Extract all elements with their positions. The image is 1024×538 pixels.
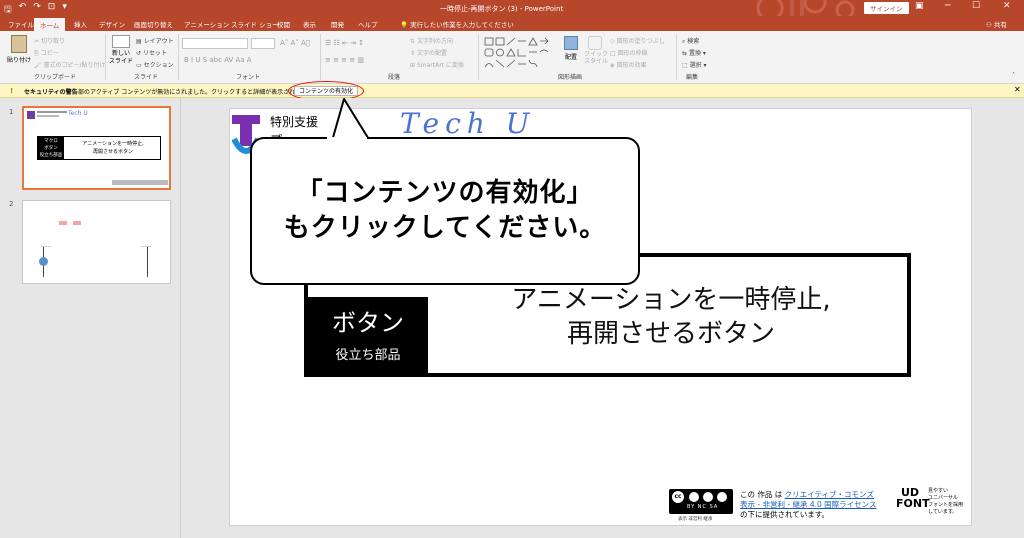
ribbon-tabs: ファイル ホーム 挿入 デザイン 画面切り替え アニメーション スライド ショー…: [0, 16, 1024, 31]
cc-license-badge[interactable]: cc BY NC SA: [669, 489, 733, 514]
align-text-button[interactable]: ⇕ 文字の配置: [410, 48, 447, 57]
replace-button[interactable]: ⇆ 置換 ▾: [682, 48, 706, 57]
tab-transitions[interactable]: 画面切り替え: [134, 19, 173, 29]
by-icon: [689, 492, 699, 502]
callout-line-2: もクリックしてください。: [283, 213, 607, 243]
thumb-ball: [39, 257, 48, 266]
handwritten-logo: Tech U: [400, 108, 536, 140]
shapes-gallery[interactable]: [483, 36, 555, 70]
tab-developer[interactable]: 開発: [331, 19, 344, 29]
find-button[interactable]: ⌕ 検索: [682, 36, 699, 46]
warning-icon: !: [10, 87, 14, 95]
shape-fill-button[interactable]: ◇ 図形の塗りつぶし: [610, 36, 665, 45]
ribbon-display-icon[interactable]: ▣: [915, 1, 924, 11]
cc-sub-label: 表示 非営利 継承: [678, 517, 713, 522]
udfont-logo: UD FONT: [896, 486, 930, 510]
font-name-field[interactable]: [182, 38, 248, 49]
license-link[interactable]: クリエイティブ・コモンズ: [785, 490, 874, 499]
tab-insert[interactable]: 挿入: [74, 19, 87, 29]
arrange-button[interactable]: 配置: [560, 36, 582, 61]
slide-number: 2: [9, 200, 14, 208]
thumb-box: マクロ ボタン 役立ち部品 アニメーションを一時停止, 再開させるボタン: [37, 136, 161, 160]
callout-bubble: 「コンテンツの有効化」 もクリックしてください。: [250, 137, 640, 285]
slide-thumbnail-pane: 1 Tech U マクロ ボタン 役立ち部品 アニメーションを一時停止, 再開さ…: [0, 98, 181, 538]
tab-slideshow[interactable]: スライド ショー: [231, 19, 279, 29]
sa-icon: [717, 492, 727, 502]
close-icon[interactable]: ✕: [1003, 1, 1011, 11]
minimize-icon[interactable]: ─: [945, 1, 950, 11]
paste-button[interactable]: 貼り付け: [6, 35, 32, 69]
share-button[interactable]: ⚇ 共有: [986, 19, 1007, 29]
shape-outline-button[interactable]: □ 図形の枠線: [610, 48, 648, 57]
license-text: この 作品 は クリエイティブ・コモンズ 表示 - 非営利 - 継承 4.0 国…: [740, 490, 877, 519]
font-format-buttons[interactable]: B I U S abc AV Aa A: [184, 56, 252, 64]
close-warning-icon[interactable]: ✕: [1014, 85, 1021, 94]
slide-number: 1: [9, 108, 14, 116]
tab-animations[interactable]: アニメーション: [184, 19, 229, 29]
shape-effects-button[interactable]: ◈ 図形の効果: [610, 60, 647, 69]
text-direction-button[interactable]: ⇅ 文字列の方向: [410, 36, 453, 45]
smartart-button[interactable]: ⊞ SmartArt に変換: [410, 60, 464, 69]
layout-button[interactable]: ▤ レイアウト: [136, 36, 174, 45]
slide-main-title: アニメーションを一時停止, 再開させるボタン: [511, 285, 831, 349]
new-slide-icon: [112, 35, 130, 48]
select-icon: ⬚: [682, 62, 690, 69]
quick-styles-button[interactable]: クイック スタイル: [584, 36, 608, 65]
maximize-icon[interactable]: ☐: [972, 1, 980, 11]
section-button[interactable]: ▭ セクション: [136, 60, 174, 69]
group-label-font: フォント: [236, 74, 261, 81]
group-label-clipboard: クリップボード: [34, 74, 77, 81]
security-warning-bar: ! セキュリティの警告 一部のアクティブ コンテンツが無効にされました。クリック…: [0, 84, 1024, 98]
title-bar: 🖫 ↶ ↷ ⊡ ▾ 一時停止-再開ボタン (3) - PowerPoint サイ…: [0, 0, 1024, 16]
security-warning-message[interactable]: 一部のアクティブ コンテンツが無効にされました。クリックすると詳細が表示されます…: [72, 87, 313, 96]
new-slide-button[interactable]: 新しい スライド: [108, 35, 134, 71]
font-grow-shrink-icons[interactable]: A˄ A˅ A⃠: [280, 39, 310, 47]
slide-thumbnail-2[interactable]: [22, 200, 171, 284]
tab-design[interactable]: デザイン: [99, 19, 125, 29]
ribbon: 貼り付け ✂ 切り取り ⎘ コピー 🖌 書式のコピー/貼り付け クリップボード …: [0, 31, 1024, 84]
tab-home[interactable]: ホーム: [34, 18, 66, 31]
label-box-subtitle: 役立ち部品: [335, 348, 401, 363]
tab-view[interactable]: 表示: [303, 19, 316, 29]
tab-file[interactable]: ファイル: [8, 19, 34, 29]
tab-review[interactable]: 校閲: [277, 19, 290, 29]
nc-icon: [703, 492, 713, 502]
thumb-logo: [27, 111, 35, 119]
label-box-title: ボタン: [332, 309, 404, 337]
list-buttons[interactable]: ☰ ☷ ⇤ ⇥ ↕: [325, 39, 364, 47]
title-decoration: [756, 0, 855, 16]
cc-icon: cc: [672, 491, 684, 503]
slide-thumbnail-1[interactable]: Tech U マクロ ボタン 役立ち部品 アニメーションを一時停止, 再開させる…: [22, 106, 171, 190]
label-box: ボタン 役立ち部品: [308, 297, 428, 373]
group-label-paragraph: 段落: [388, 74, 401, 81]
format-painter-button[interactable]: 🖌 書式のコピー/貼り付け: [34, 60, 106, 69]
tell-me-box[interactable]: 💡 実行したい作業を入力してください: [400, 19, 514, 29]
person-icon: ⚇: [986, 21, 994, 29]
security-warning-title: セキュリティの警告: [24, 89, 78, 96]
udfont-note: 見やすい ユニバーサル フォントを採用 しています。: [928, 488, 964, 515]
callout-line-1: 「コンテンツの有効化」: [296, 177, 594, 208]
window-title: 一時停止-再開ボタン (3) - PowerPoint: [440, 5, 564, 13]
cut-button[interactable]: ✂ 切り取り: [34, 36, 65, 45]
group-label-drawing: 図形描画: [558, 74, 583, 81]
reset-button[interactable]: ↺ リセット: [136, 48, 167, 57]
replace-icon: ⇆: [682, 50, 689, 57]
select-button[interactable]: ⬚ 選択 ▾: [682, 60, 707, 69]
arrange-icon: [564, 36, 578, 50]
header-text: 特別支援: [270, 115, 319, 129]
align-buttons[interactable]: ≡ ≡ ≡ ≡ ▥: [325, 56, 364, 64]
lightbulb-icon: 💡: [400, 21, 411, 29]
signin-button[interactable]: サインイン: [864, 2, 909, 14]
thumb-license: [112, 180, 168, 185]
group-label-slides: スライド: [134, 74, 159, 81]
collapse-ribbon-icon[interactable]: ˄: [1012, 72, 1015, 79]
quick-styles-icon: [588, 36, 602, 50]
font-size-field[interactable]: [251, 38, 275, 49]
enable-content-button[interactable]: コンテンツの有効化: [294, 86, 358, 96]
license-link-detail[interactable]: 表示 - 非営利 - 継承 4.0 国際ライセンス: [740, 500, 877, 509]
clipboard-icon: [11, 35, 27, 53]
group-label-editing: 編集: [686, 74, 699, 81]
tab-help[interactable]: ヘルプ: [358, 19, 378, 29]
copy-button[interactable]: ⎘ コピー: [34, 48, 59, 58]
